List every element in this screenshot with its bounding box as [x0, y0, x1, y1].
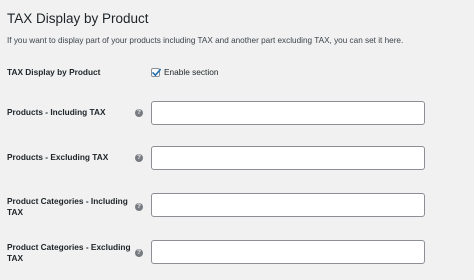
- help-tip-icon[interactable]: ?: [135, 203, 143, 211]
- product-categories-including-tax-input[interactable]: [151, 193, 425, 217]
- settings-page: TAX Display by Product If you want to di…: [0, 0, 474, 280]
- products-including-tax-label: Products - Including TAX: [7, 107, 106, 117]
- section-title: TAX Display by Product: [7, 11, 149, 26]
- checkmark-icon: [152, 68, 161, 76]
- products-excluding-tax-label: Products - Excluding TAX: [7, 152, 109, 162]
- product-categories-including-tax-label: Product Categories - Including TAX: [7, 196, 128, 217]
- products-including-tax-input[interactable]: [151, 101, 425, 125]
- enable-section-checkbox-label: Enable section: [164, 67, 219, 77]
- product-categories-excluding-tax-label: Product Categories - Excluding TAX: [7, 242, 131, 263]
- enable-section-toggle[interactable]: Enable section: [151, 67, 218, 77]
- enable-section-checkbox[interactable]: [151, 67, 161, 77]
- product-categories-excluding-tax-input[interactable]: [151, 240, 425, 264]
- products-excluding-tax-input[interactable]: [151, 146, 425, 170]
- section-description: If you want to display part of your prod…: [7, 36, 404, 45]
- help-tip-icon[interactable]: ?: [135, 154, 143, 162]
- help-tip-icon[interactable]: ?: [135, 109, 143, 117]
- help-tip-icon[interactable]: ?: [135, 249, 143, 257]
- enable-section-label: TAX Display by Product: [7, 67, 101, 77]
